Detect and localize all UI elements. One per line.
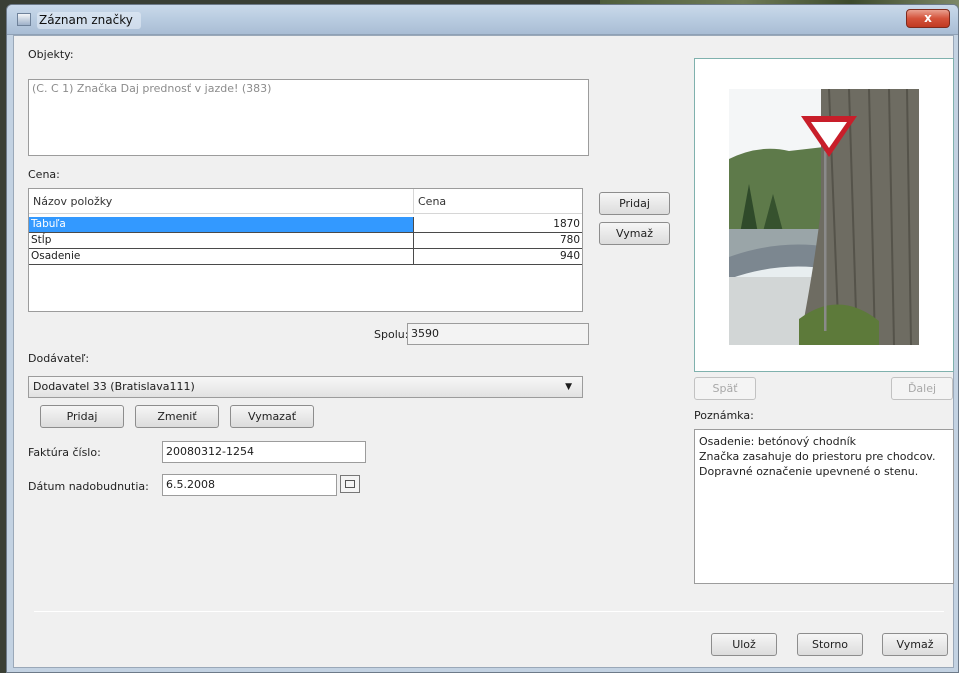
total-field: 3590 <box>407 323 589 345</box>
remove-price-button[interactable]: Vymaž <box>599 222 670 245</box>
objekty-label: Objekty: <box>28 48 74 61</box>
divider <box>34 611 944 612</box>
total-label: Spolu: <box>374 328 409 341</box>
change-supplier-button[interactable]: Zmeniť <box>135 405 219 428</box>
column-header-price[interactable]: Cena <box>414 189 582 214</box>
objekty-item[interactable]: (C. C 1) Značka Daj prednosť v jazde! (3… <box>29 80 588 97</box>
delete-button[interactable]: Vymaž <box>882 633 948 656</box>
close-icon[interactable]: x <box>906 9 950 28</box>
dodavatel-selected: Dodavatel 33 (Bratislava111) <box>33 380 195 393</box>
cena-table[interactable]: Názov položky Cena Tabuľa 1870 Stĺp 780 … <box>28 188 583 312</box>
calendar-icon[interactable] <box>340 475 360 493</box>
image-back-button[interactable]: Späť <box>694 377 756 400</box>
app-icon <box>17 13 31 26</box>
table-row[interactable]: Osadenie 940 <box>29 249 582 265</box>
title-bar[interactable]: Záznam značky x <box>7 5 958 35</box>
row-price: 940 <box>559 250 580 262</box>
add-supplier-button[interactable]: Pridaj <box>40 405 124 428</box>
image-preview <box>694 58 954 372</box>
faktura-label: Faktúra číslo: <box>28 446 101 459</box>
dialog-content: Objekty: (C. C 1) Značka Daj prednosť v … <box>13 35 954 668</box>
dodavatel-label: Dodávateľ: <box>28 352 90 365</box>
column-header-name[interactable]: Názov položky <box>29 189 414 214</box>
window-title: Záznam značky <box>37 12 141 29</box>
cena-label: Cena: <box>28 168 60 181</box>
row-price: 1870 <box>553 218 580 230</box>
note-line: Osadenie: betónový chodník <box>699 435 857 448</box>
table-row[interactable]: Stĺp 780 <box>29 233 582 249</box>
row-name: Tabuľa <box>29 217 414 232</box>
add-price-button[interactable]: Pridaj <box>599 192 670 215</box>
chevron-down-icon[interactable]: ▼ <box>565 377 572 397</box>
objekty-list[interactable]: (C. C 1) Značka Daj prednosť v jazde! (3… <box>28 79 589 156</box>
poznamka-textarea[interactable]: Osadenie: betónový chodník Značka zasahu… <box>694 429 954 584</box>
dodavatel-select[interactable]: Dodavatel 33 (Bratislava111) ▼ <box>28 376 583 398</box>
dialog-window: Záznam značky x Objekty: (C. C 1) Značka… <box>6 4 959 673</box>
table-row[interactable]: Tabuľa 1870 <box>29 217 582 233</box>
datum-label: Dátum nadobudnutia: <box>28 480 149 493</box>
table-header: Názov položky Cena <box>29 189 582 214</box>
image-next-button[interactable]: Ďalej <box>891 377 953 400</box>
row-name: Osadenie <box>29 249 414 264</box>
row-name: Stĺp <box>29 233 414 248</box>
datum-input[interactable]: 6.5.2008 <box>162 474 337 496</box>
poznamka-label: Poznámka: <box>694 409 754 422</box>
row-price: 780 <box>559 234 580 246</box>
note-line: Značka zasahuje do priestoru pre chodcov… <box>699 450 936 463</box>
delete-supplier-button[interactable]: Vymazať <box>230 405 314 428</box>
save-button[interactable]: Ulož <box>711 633 777 656</box>
note-line: Dopravné označenie upevnené o stenu. <box>699 465 919 478</box>
cancel-button[interactable]: Storno <box>797 633 863 656</box>
road-sign-photo <box>729 89 919 345</box>
faktura-input[interactable]: 20080312-1254 <box>162 441 366 463</box>
